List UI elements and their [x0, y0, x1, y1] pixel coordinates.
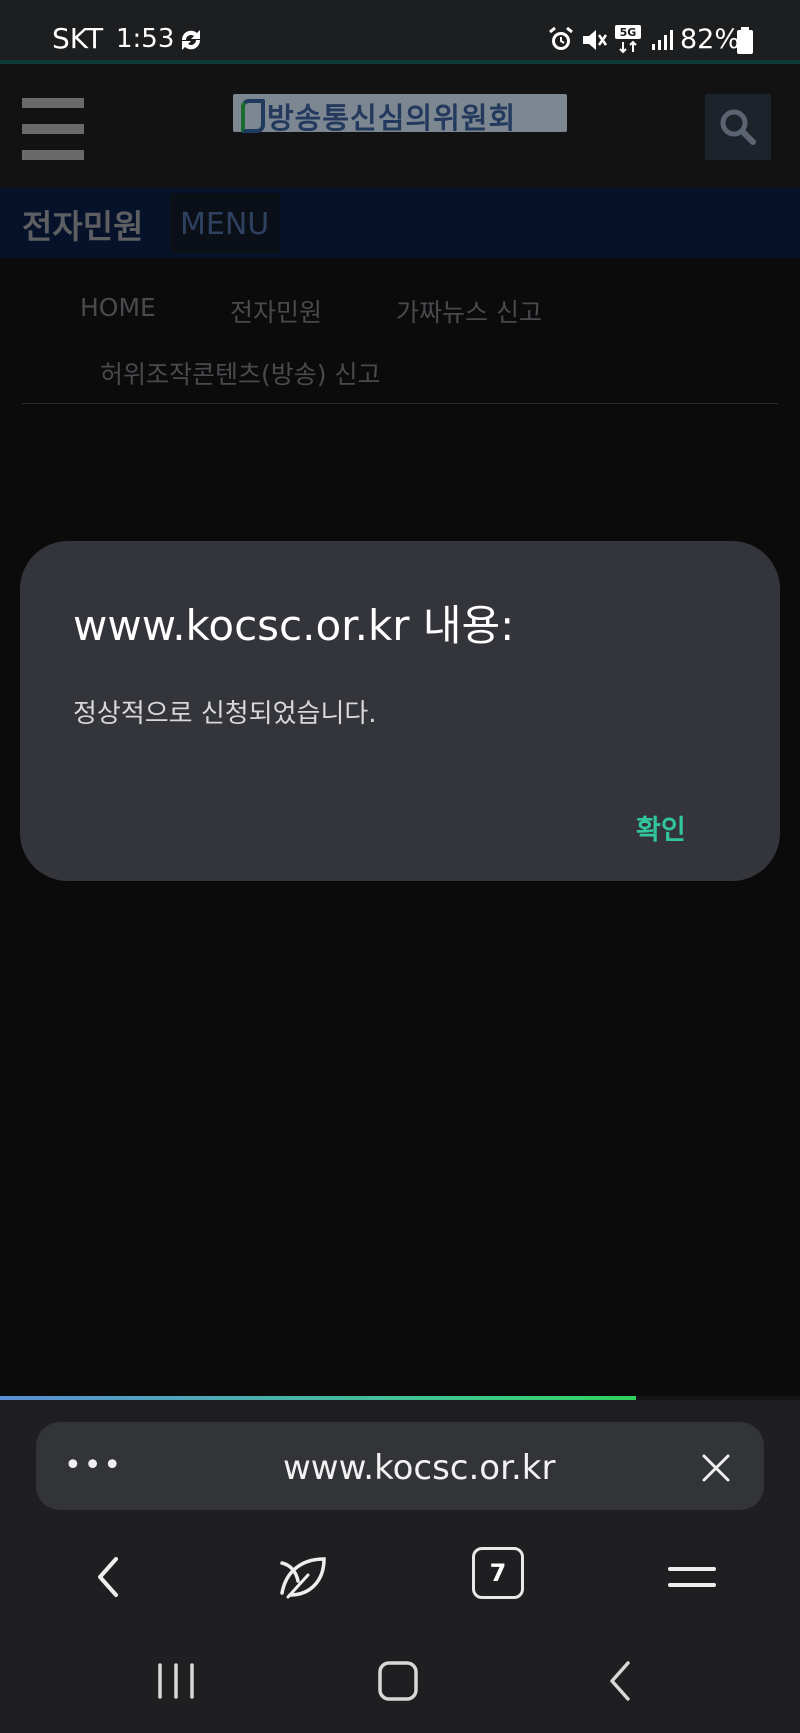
section-title: 전자민원	[22, 207, 144, 246]
menu-button-label: MENU	[180, 207, 270, 242]
breadcrumb-item[interactable]: 가짜뉴스 신고	[396, 293, 542, 329]
logo-mark	[241, 99, 265, 133]
recents-icon[interactable]	[150, 1655, 202, 1707]
back-icon[interactable]	[596, 1655, 648, 1707]
battery-percent: 82%	[680, 24, 741, 55]
home-icon[interactable]	[372, 1655, 424, 1707]
url-text[interactable]: www.kocsc.or.kr	[283, 1448, 555, 1488]
svg-text:5G: 5G	[620, 26, 637, 39]
menu-button[interactable]: MENU	[170, 193, 280, 253]
status-bar: SKT 1:53 5G 82%	[0, 0, 800, 60]
battery-icon	[737, 27, 753, 54]
menu-icon[interactable]	[662, 1547, 722, 1607]
sync-icon	[181, 30, 201, 50]
ok-button[interactable]: 확인	[636, 808, 686, 847]
breadcrumb-home[interactable]: HOME	[80, 293, 156, 322]
back-icon[interactable]	[80, 1547, 140, 1607]
clock: 1:53	[116, 24, 175, 54]
dialog-title: www.kocsc.or.kr 내용:	[73, 601, 515, 650]
logo-text: 방송통신심의위원회	[267, 101, 517, 135]
divider	[22, 403, 778, 404]
search-button[interactable]	[705, 94, 771, 160]
dialog-message: 정상적으로 신청되었습니다.	[73, 699, 377, 729]
breadcrumb-current[interactable]: 허위조작콘텐츠(방송) 신고	[100, 355, 380, 391]
more-options-icon[interactable]: •••	[64, 1448, 123, 1483]
site-logo[interactable]: 방송통신심의위원회	[233, 94, 567, 135]
close-icon[interactable]	[696, 1448, 736, 1488]
hamburger-icon[interactable]	[22, 98, 84, 160]
breadcrumb-item[interactable]: 전자민원	[230, 293, 322, 329]
tabs-button[interactable]: 7	[472, 1547, 524, 1599]
alarm-icon	[549, 27, 573, 50]
leaf-icon[interactable]	[272, 1547, 332, 1607]
signal-icon	[652, 30, 673, 50]
search-icon	[720, 109, 756, 145]
5g-icon: 5G	[615, 25, 641, 54]
carrier-label: SKT	[52, 22, 104, 55]
mute-icon	[583, 30, 608, 50]
